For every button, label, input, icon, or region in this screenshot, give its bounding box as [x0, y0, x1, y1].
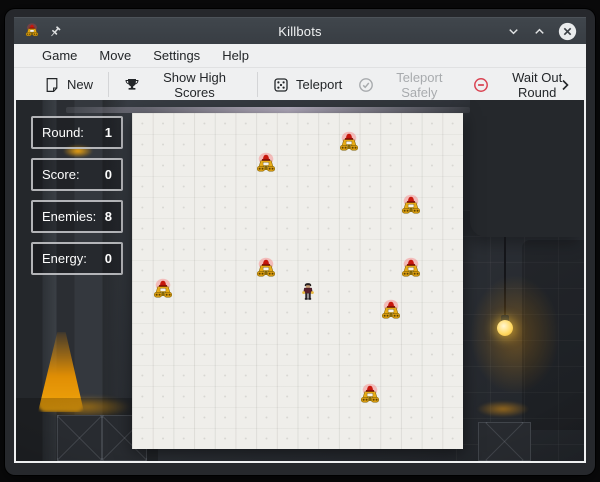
status-box-enemies: Enemies: 8 — [31, 200, 123, 233]
toolbar-separator — [257, 72, 258, 97]
robot-enemy — [358, 383, 381, 408]
wallpaper-panel-decoration — [470, 100, 584, 237]
toolbar-button-show-high-scores[interactable]: Show High Scores — [116, 70, 250, 100]
status-label: Round: — [42, 125, 84, 140]
chevron-right-icon — [557, 77, 573, 93]
status-box-round: Round: 1 — [31, 116, 123, 149]
toolbar-button-teleport-safely: Teleport Safely — [350, 70, 465, 100]
player-hero — [300, 282, 315, 302]
titlebar[interactable]: Killbots — [14, 17, 586, 45]
pin-icon[interactable] — [48, 25, 62, 39]
toolbar-button-label: Show High Scores — [147, 70, 242, 100]
status-panel: Round: 1 Score: 0 Enemies: 8 Energy: 0 — [31, 116, 123, 284]
robot-enemy — [255, 152, 278, 177]
toolbar-separator — [108, 72, 109, 97]
menu-item-move[interactable]: Move — [88, 48, 142, 63]
status-value: 8 — [105, 209, 112, 224]
robot-enemy — [400, 194, 423, 219]
toolbar: New Show High Scores Teleport Teleport Safe… — [14, 68, 586, 101]
killbots-window: Killbots GameMoveSettingsHelp NewShow H — [5, 9, 595, 475]
wallpaper-column-decoration — [522, 240, 584, 430]
toolbar-button-label: Teleport — [296, 77, 342, 92]
wallpaper-truss-decoration — [478, 422, 531, 461]
wallpaper-brick-pattern-decoration — [456, 210, 584, 461]
wallpaper-lamp-cap-decoration — [501, 315, 509, 322]
robot-enemy — [152, 278, 175, 303]
minimize-button[interactable] — [506, 24, 521, 39]
wallpaper: Round: 1 Score: 0 Enemies: 8 Energy: 0 — [16, 100, 584, 461]
toolbar-button-label: Teleport Safely — [381, 70, 457, 100]
robot-enemy — [400, 257, 423, 282]
wallpaper-lamp-wire-decoration — [504, 237, 506, 322]
status-box-energy: Energy: 0 — [31, 242, 123, 275]
status-value: 1 — [105, 125, 112, 140]
wallpaper-truss-decoration — [57, 415, 102, 461]
robot-enemy — [255, 257, 278, 282]
toolbar-button-label: New — [67, 77, 93, 92]
menu-item-game[interactable]: Game — [31, 48, 88, 63]
maximize-button[interactable] — [532, 24, 547, 39]
wallpaper-lamp-cone-decoration — [38, 332, 84, 412]
wait-out-round-icon — [473, 77, 489, 93]
status-value: 0 — [105, 167, 112, 182]
status-label: Score: — [42, 167, 80, 182]
toolbar-overflow-button[interactable] — [555, 75, 575, 95]
status-label: Enemies: — [42, 209, 96, 224]
teleport-safely-check-icon — [358, 77, 374, 93]
toolbar-button-new[interactable]: New — [36, 70, 101, 100]
toolbar-button-teleport[interactable]: Teleport — [265, 70, 350, 100]
wallpaper-lamp-bulb-decoration — [497, 320, 513, 336]
chevron-up-icon — [532, 24, 547, 39]
menubar: GameMoveSettingsHelp — [14, 44, 586, 68]
robot-enemy — [379, 299, 402, 324]
status-value: 0 — [105, 251, 112, 266]
wallpaper-bottom-glow-decoration — [468, 398, 538, 420]
status-box-score: Score: 0 — [31, 158, 123, 191]
new-document-icon — [44, 77, 60, 93]
window-title: Killbots — [14, 24, 586, 39]
killbots-robot-icon — [24, 23, 40, 40]
close-x-icon — [558, 22, 577, 41]
menu-item-help[interactable]: Help — [211, 48, 260, 63]
menu-item-settings[interactable]: Settings — [142, 48, 211, 63]
chevron-down-icon — [506, 24, 521, 39]
window-content: GameMoveSettingsHelp New Show High Scores… — [14, 44, 586, 463]
status-label: Energy: — [42, 251, 87, 266]
robot-enemy — [338, 131, 361, 156]
trophy-icon — [124, 77, 140, 93]
teleport-dice-icon — [273, 77, 289, 93]
close-button[interactable] — [558, 22, 577, 41]
wallpaper-lamp-glow-decoration — [453, 252, 577, 417]
game-board[interactable] — [132, 113, 463, 449]
